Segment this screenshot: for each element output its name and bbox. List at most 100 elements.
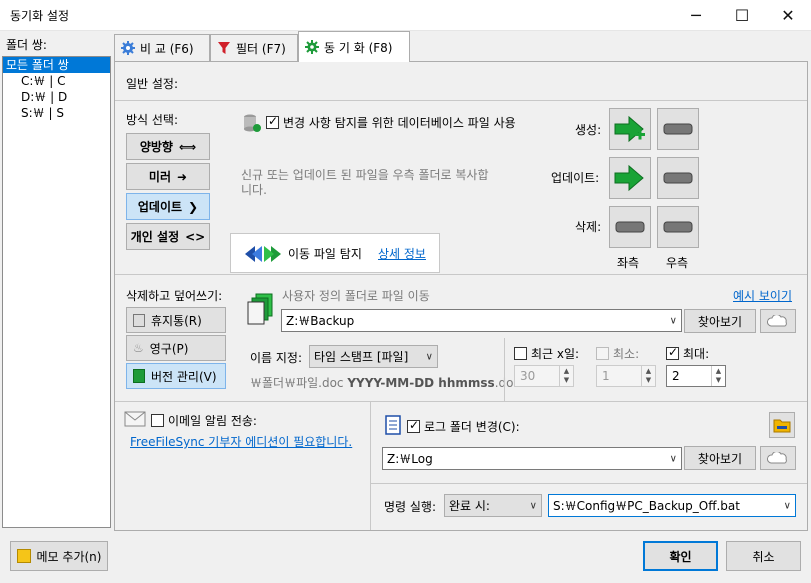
browse-log-button[interactable]: 찾아보기	[684, 446, 756, 470]
naming-select[interactable]: 타임 스탬프 [파일] ∨	[309, 345, 438, 368]
versioning-label: 버전 관리(V)	[151, 369, 217, 384]
green-arrow-icon	[614, 164, 644, 192]
close-button[interactable]: ✕	[765, 0, 811, 31]
max-spinner[interactable]: 2 ▲ ▼	[666, 365, 726, 387]
filter-icon	[218, 42, 230, 54]
tab-compare[interactable]: 비 교 (F6)	[114, 34, 210, 61]
last-days-checkbox[interactable]	[514, 347, 527, 360]
tab-compare-label: 비 교 (F6)	[140, 41, 194, 56]
divider	[504, 338, 505, 402]
spinner-arrows-icon[interactable]: ▲ ▼	[641, 366, 655, 386]
create-right-button[interactable]	[657, 108, 699, 150]
no-change-icon	[663, 123, 693, 135]
show-example-link[interactable]: 예시 보이기	[733, 287, 792, 304]
chevron-down-icon: ∨	[669, 453, 677, 464]
naming-pattern: ￦폴더￦파일.doc YYYY-MM-DD hhmmss.doc	[250, 374, 520, 391]
log-option[interactable]: 로그 폴더 변경(C):	[407, 418, 520, 435]
donation-edition-link[interactable]: FreeFileSync 기부자 에디션이 필요합니다.	[130, 433, 352, 450]
permanent-button[interactable]: ♨ 영구(P)	[126, 335, 226, 361]
db-option-label: 변경 사항 탐지를 위한 데이터베이스 파일 사용	[283, 116, 516, 130]
folder-pair-list[interactable]: 모든 폴더 쌍 C:￦ | C D:￦ | D S:￦ | S	[2, 56, 111, 528]
details-link[interactable]: 상세 정보	[378, 245, 426, 262]
db-option[interactable]: 변경 사항 탐지를 위한 데이터베이스 파일 사용	[266, 114, 516, 131]
green-arrow-plus-icon	[614, 115, 645, 143]
folder-pair-c[interactable]: C:￦ | C	[3, 73, 110, 89]
spinner-arrows-icon[interactable]: ▲ ▼	[711, 366, 725, 386]
command-input[interactable]: S:￦Config￦PC_Backup_Off.bat ∨	[548, 494, 796, 517]
flame-icon: ♨	[133, 341, 144, 355]
cancel-button[interactable]: 취소	[726, 541, 801, 571]
custom-button[interactable]: 개인 설정 <>	[126, 223, 210, 250]
folder-pair-s[interactable]: S:￦ | S	[3, 105, 110, 121]
right-arrow-icon: ➜	[177, 169, 188, 184]
mirror-button[interactable]: 미러 ➜	[126, 163, 210, 190]
delete-left-button[interactable]	[609, 206, 651, 248]
no-change-icon	[663, 172, 693, 184]
email-checkbox[interactable]	[151, 414, 164, 427]
folder-pairs-label: 폴더 쌍:	[6, 38, 47, 52]
max-option[interactable]: 최대:	[666, 345, 709, 362]
tab-sync[interactable]: 동 기 화 (F8)	[298, 31, 410, 62]
min-checkbox[interactable]	[596, 347, 609, 360]
last-days-value: 30	[520, 369, 536, 383]
naming-label: 이름 지정:	[250, 351, 303, 365]
email-label: 이메일 알림 전송:	[168, 414, 257, 428]
two-way-button[interactable]: 양방향 ⟺	[126, 133, 210, 160]
update-right-button[interactable]	[657, 157, 699, 199]
maximize-button[interactable]: ☐	[719, 0, 765, 31]
log-path-input[interactable]: Z:￦Log ∨	[382, 447, 682, 470]
cloud-log-button[interactable]	[760, 446, 796, 470]
open-log-folder-button[interactable]	[769, 412, 795, 438]
permanent-label: 영구(P)	[149, 341, 189, 356]
window-title: 동기화 설정	[10, 9, 70, 23]
versioning-button[interactable]: 버전 관리(V)	[126, 363, 226, 389]
add-memo-label: 메모 추가(n)	[36, 549, 102, 564]
update-button[interactable]: 업데이트 ❯	[126, 193, 210, 220]
min-option[interactable]: 최소:	[596, 345, 639, 362]
update-action-label: 업데이트:	[551, 171, 600, 185]
folder-pair-all[interactable]: 모든 폴더 쌍	[3, 57, 110, 73]
log-checkbox[interactable]	[407, 418, 420, 433]
add-memo-button[interactable]: 메모 추가(n)	[10, 541, 108, 571]
tab-filter[interactable]: 필터 (F7)	[210, 34, 298, 61]
delete-label: 삭제:	[575, 220, 602, 234]
command-when-value: 완료 시:	[449, 499, 490, 513]
command-when-select[interactable]: 완료 시: ∨	[444, 494, 542, 517]
last-days-option[interactable]: 최근 x일:	[514, 345, 579, 362]
create-left-button[interactable]	[609, 108, 651, 150]
database-icon	[244, 114, 261, 132]
delete-right-button[interactable]	[657, 206, 699, 248]
min-label: 최소:	[613, 347, 640, 361]
custom-label: 개인 설정	[130, 230, 180, 244]
cloud-icon	[767, 315, 787, 327]
max-checkbox[interactable]	[666, 345, 679, 360]
mirror-label: 미러	[148, 170, 172, 184]
min-spinner[interactable]: 1 ▲ ▼	[596, 365, 656, 387]
ok-label: 확인	[669, 549, 692, 564]
general-settings-label: 일반 설정:	[126, 77, 179, 91]
log-path-value: Z:￦Log	[387, 452, 433, 466]
browse-log-label: 찾아보기	[697, 451, 743, 466]
db-checkbox[interactable]	[266, 114, 279, 129]
method-label: 방식 선택:	[126, 113, 179, 127]
minimize-button[interactable]: ─	[673, 0, 719, 31]
spinner-arrows-icon[interactable]: ▲ ▼	[559, 366, 573, 386]
recycle-bin-button[interactable]: 휴지통(R)	[126, 307, 226, 333]
browse-backup-button[interactable]: 찾아보기	[684, 309, 756, 333]
method-description: 신규 또는 업데이트 된 파일을 우측 폴더로 복사합니다.	[241, 168, 489, 197]
last-days-spinner[interactable]: 30 ▲ ▼	[514, 365, 574, 387]
folder-pair-d[interactable]: D:￦ | D	[3, 89, 110, 105]
update-label: 업데이트	[137, 200, 183, 214]
update-left-button[interactable]	[609, 157, 651, 199]
email-option[interactable]: 이메일 알림 전송:	[151, 412, 257, 429]
maximize-icon: ☐	[734, 6, 750, 25]
move-detect-icon	[245, 246, 281, 262]
two-way-label: 양방향	[139, 140, 173, 154]
cloud-backup-button[interactable]	[760, 309, 796, 333]
ok-button[interactable]: 확인	[643, 541, 718, 571]
recycle-bin-label: 휴지통(R)	[151, 313, 202, 328]
backup-path-input[interactable]: Z:￦Backup ∨	[281, 309, 682, 332]
mail-icon	[124, 411, 146, 427]
browse-backup-label: 찾아보기	[697, 314, 743, 329]
pattern-timestamp: YYYY-MM-DD hhmmss	[347, 376, 495, 390]
